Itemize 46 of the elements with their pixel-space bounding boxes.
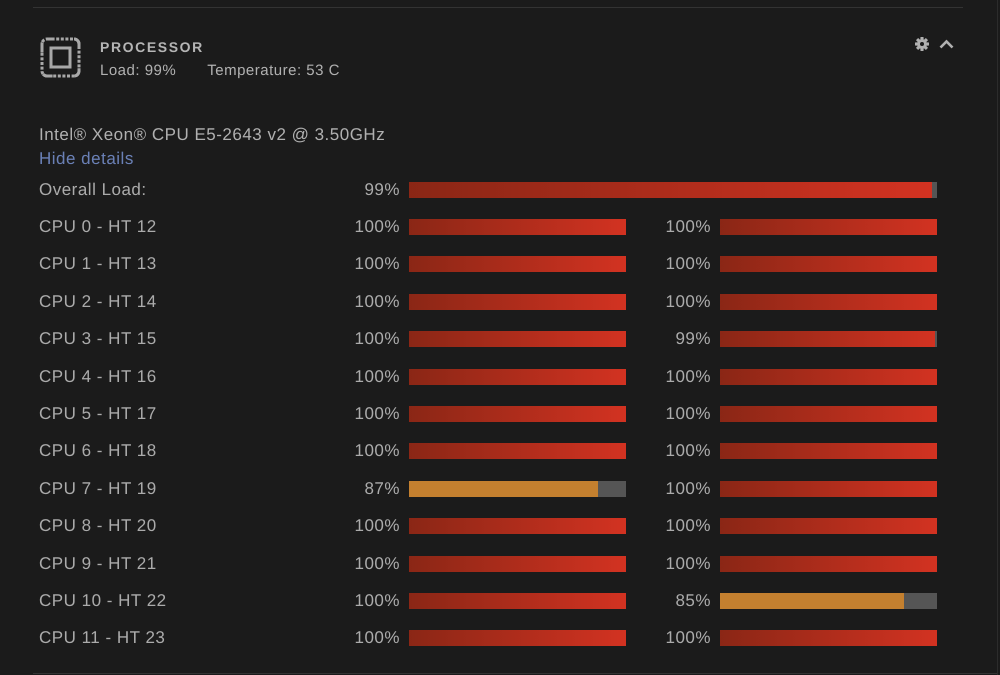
core-label: CPU 0 - HT 12 [39,217,157,238]
settings-icon[interactable] [915,37,929,51]
load-percent: 100% [354,441,400,462]
load-percent: 100% [666,404,711,424]
core-label: CPU 5 - HT 17 [39,404,157,424]
overall-load-label: Overall Load: [39,180,147,200]
load-percent: 87% [364,478,400,499]
load-percent: 100% [666,478,711,499]
processor-model: Intel® Xeon® CPU E5-2643 v2 @ 3.50GHz [39,124,386,146]
load-percent: 100% [354,292,400,312]
core-label: CPU 11 - HT 23 [39,628,166,648]
load-percent: 100% [666,366,711,387]
core-label: CPU 10 - HT 22 [39,590,167,611]
load-percent: 100% [354,329,400,350]
load-percent: 100% [666,292,711,312]
load-percent: 100% [666,554,711,574]
load-percent: 99% [364,180,400,200]
load-percent: 100% [666,217,711,238]
temperature-summary: Temperature: 53 C [207,61,340,81]
load-percent: 100% [666,516,711,536]
load-percent: 85% [675,590,711,611]
panel-title: PROCESSOR [100,38,205,57]
core-label: CPU 2 - HT 14 [39,292,157,312]
load-percent: 100% [354,590,400,611]
load-summary: Load: 99% [100,61,176,81]
core-label: CPU 7 - HT 19 [39,478,157,499]
core-label: CPU 6 - HT 18 [39,441,157,462]
core-label: CPU 3 - HT 15 [39,329,157,350]
core-label: CPU 4 - HT 16 [39,366,157,387]
core-label: CPU 8 - HT 20 [39,516,157,536]
load-percent: 99% [675,329,711,350]
hide-details-link[interactable]: Hide details [39,147,134,171]
collapse-chevron-icon[interactable] [939,39,954,49]
load-percent: 100% [666,441,711,462]
core-label: CPU 9 - HT 21 [39,554,157,574]
load-percent: 100% [354,366,400,387]
load-percent: 100% [354,554,400,574]
load-percent: 100% [354,516,400,536]
core-label: CPU 1 - HT 13 [39,254,157,274]
load-percent: 100% [354,217,400,238]
load-percent: 100% [666,628,711,648]
load-percent: 100% [354,628,400,648]
load-percent: 100% [354,254,400,274]
load-percent: 100% [666,254,711,274]
load-percent: 100% [354,404,400,424]
processor-chip-icon [40,37,81,78]
